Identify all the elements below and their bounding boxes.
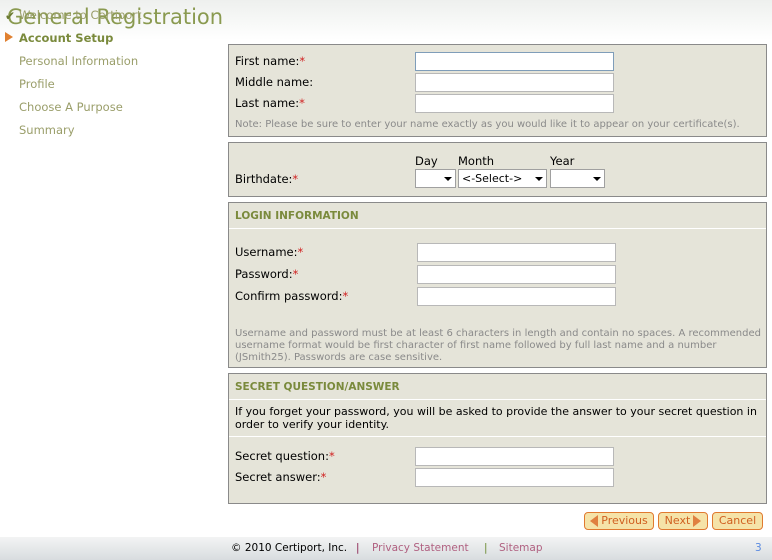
copyright: © 2010 Certiport, Inc. xyxy=(231,542,348,554)
last-name-label: Last name:* xyxy=(235,96,305,110)
secret-question-label: Secret question:* xyxy=(235,449,335,463)
sidebar-item-profile: Profile xyxy=(19,77,55,91)
name-section: First name:* Middle name: Last name:* No… xyxy=(228,44,767,137)
birthdate-label: Birthdate:* xyxy=(235,172,299,186)
confirm-password-input[interactable] xyxy=(417,287,616,306)
arrow-right-icon xyxy=(693,515,702,527)
username-input[interactable] xyxy=(417,243,616,262)
sidebar-item-welcome[interactable]: Welcome to Certiport xyxy=(19,8,142,22)
separator: | xyxy=(356,542,360,554)
name-note: Note: Please be sure to enter your name … xyxy=(235,119,740,130)
secret-info: If you forget your password, you will be… xyxy=(235,405,757,431)
checkmark-icon: ✔ xyxy=(5,9,16,23)
cancel-button[interactable]: Cancel xyxy=(712,512,763,530)
day-select[interactable] xyxy=(415,169,456,188)
divider xyxy=(229,436,766,437)
sitemap-link[interactable]: Sitemap xyxy=(499,542,543,554)
current-step-arrow-icon xyxy=(5,32,13,42)
privacy-link[interactable]: Privacy Statement xyxy=(372,542,469,554)
secret-section: SECRET QUESTION/ANSWER If you forget you… xyxy=(228,373,767,504)
sidebar-item-personal-information: Personal Information xyxy=(19,54,139,68)
chevron-down-icon xyxy=(535,177,543,181)
middle-name-label: Middle name: xyxy=(235,75,314,89)
password-label: Password:* xyxy=(235,267,299,281)
sidebar: ✔ Welcome to Certiport Account Setup Per… xyxy=(0,0,211,489)
previous-button[interactable]: Previous xyxy=(584,512,654,530)
first-name-label: First name:* xyxy=(235,54,306,68)
next-button[interactable]: Next xyxy=(658,512,708,530)
password-input[interactable] xyxy=(417,265,616,284)
divider xyxy=(229,228,766,229)
sidebar-item-choose-purpose: Choose A Purpose xyxy=(19,100,123,114)
login-section: LOGIN INFORMATION Username:* Password:* … xyxy=(228,202,767,368)
sidebar-item-summary: Summary xyxy=(19,123,75,137)
sidebar-item-account-setup[interactable]: Account Setup xyxy=(19,31,113,45)
page-number: 3 xyxy=(755,542,762,554)
username-label: Username:* xyxy=(235,245,304,259)
secret-answer-input[interactable] xyxy=(415,468,614,487)
arrow-left-icon xyxy=(590,515,599,527)
month-select[interactable]: <-Select-> xyxy=(458,169,547,188)
secret-question-input[interactable] xyxy=(415,447,614,466)
birthdate-section: Day Month Year Birthdate:* <-Select-> xyxy=(228,142,767,197)
last-name-input[interactable] xyxy=(415,94,614,113)
first-name-input[interactable] xyxy=(415,52,614,71)
login-note: Username and password must be at least 6… xyxy=(235,328,761,363)
separator: | xyxy=(484,542,488,554)
month-label: Month xyxy=(458,154,495,168)
year-label: Year xyxy=(550,154,575,168)
year-select[interactable] xyxy=(550,169,605,188)
login-heading: LOGIN INFORMATION xyxy=(235,210,359,222)
chevron-down-icon xyxy=(593,177,601,181)
secret-answer-label: Secret answer:* xyxy=(235,470,327,484)
chevron-down-icon xyxy=(444,177,452,181)
day-label: Day xyxy=(415,154,438,168)
footer: © 2010 Certiport, Inc. | Privacy Stateme… xyxy=(0,537,772,560)
middle-name-input[interactable] xyxy=(415,73,614,92)
secret-heading: SECRET QUESTION/ANSWER xyxy=(235,381,400,393)
confirm-password-label: Confirm password:* xyxy=(235,289,349,303)
divider xyxy=(229,399,766,400)
